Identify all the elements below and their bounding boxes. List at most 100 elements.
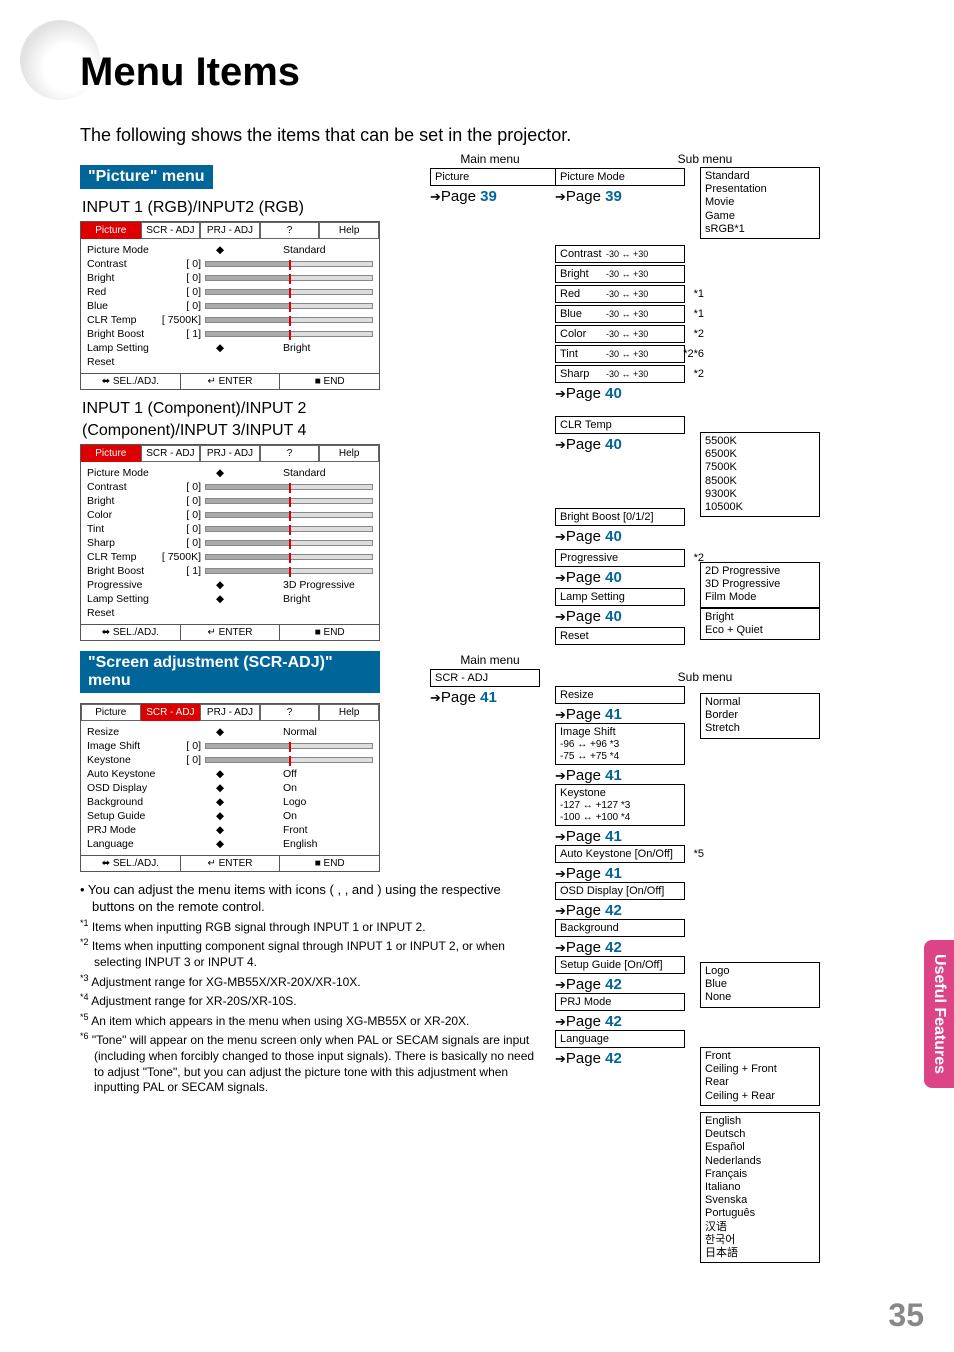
osd-ctrl: ↵ ENTER bbox=[181, 856, 281, 871]
tree-box: PRJ Mode bbox=[555, 993, 685, 1011]
osd-row: Bright Boost[ 1] bbox=[87, 564, 373, 578]
scr-menu-heading: "Screen adjustment (SCR-ADJ)" menu bbox=[80, 651, 380, 693]
input-component-heading-b: (Component)/INPUT 3/INPUT 4 bbox=[82, 422, 410, 440]
sub-menu-header-2: Sub menu bbox=[555, 670, 855, 684]
submenu-box: 2D Progressive3D ProgressiveFilm Mode bbox=[700, 562, 820, 608]
osd-row: Reset◆ bbox=[87, 355, 373, 369]
osd-tab: SCR - ADJ bbox=[141, 704, 201, 721]
tree-adj-box: Contrast-30 ↔ +30 bbox=[555, 245, 685, 263]
osd-ctrl: ⬌ SEL./ADJ. bbox=[81, 856, 181, 871]
page-ref: Page 40 bbox=[555, 385, 855, 402]
main-menu-header: Main menu bbox=[430, 152, 550, 166]
osd-row: Bright Boost[ 1] bbox=[87, 327, 373, 341]
osd-row: Keystone[ 0] bbox=[87, 753, 373, 767]
page-ref-39a: Page 39 bbox=[430, 188, 550, 205]
osd-tab: PRJ - ADJ bbox=[200, 445, 260, 462]
osd-row: PRJ Mode◆Front bbox=[87, 823, 373, 837]
osd-ctrl: ■ END bbox=[280, 374, 379, 389]
main-menu-header-2: Main menu bbox=[430, 653, 550, 667]
osd-row: Sharp[ 0] bbox=[87, 536, 373, 550]
tree-box: CLR Temp bbox=[555, 416, 685, 434]
osd-row: Language◆English bbox=[87, 837, 373, 851]
osd-row: Image Shift[ 0] bbox=[87, 739, 373, 753]
tree-box: OSD Display [On/Off] bbox=[555, 882, 685, 900]
osd-ctrl: ■ END bbox=[280, 625, 379, 640]
page-ref: Page 42 bbox=[555, 1013, 855, 1030]
tree-adj-box: Color-30 ↔ +30 *2 bbox=[555, 325, 685, 343]
osd-ctrl: ↵ ENTER bbox=[181, 625, 281, 640]
osd-tab: ? bbox=[260, 222, 320, 239]
page-ref: Page 41 bbox=[555, 767, 855, 784]
osd-tab: PRJ - ADJ bbox=[200, 222, 260, 239]
osd-row: OSD Display◆On bbox=[87, 781, 373, 795]
osd-tab: Picture bbox=[81, 445, 141, 462]
page-ref: Page 42 bbox=[555, 939, 855, 956]
page-ref: Page 41 bbox=[430, 689, 550, 706]
submenu-box: 5500K6500K7500K8500K9300K10500K bbox=[700, 432, 820, 517]
osd-row: Progressive◆3D Progressive bbox=[87, 578, 373, 592]
osd-row: Setup Guide◆On bbox=[87, 809, 373, 823]
tree-box: Progressive*2 bbox=[555, 549, 685, 567]
tree-box: Keystone-127 ↔ +127 *3-100 ↔ +100 *4 bbox=[555, 784, 685, 826]
submenu-box: EnglishDeutschEspañolNederlandsFrançaisI… bbox=[700, 1112, 820, 1263]
input-component-heading-a: INPUT 1 (Component)/INPUT 2 bbox=[82, 400, 410, 418]
osd-row: Bright[ 0] bbox=[87, 494, 373, 508]
tree-adj-box: Blue-30 ↔ +30 *1 bbox=[555, 305, 685, 323]
osd-row: Blue[ 0] bbox=[87, 299, 373, 313]
osd-row: Resize◆Normal bbox=[87, 725, 373, 739]
page-ref: Page 40 bbox=[555, 528, 855, 545]
osd-tab: Help bbox=[319, 445, 379, 462]
osd-tab: SCR - ADJ bbox=[141, 445, 201, 462]
submenu-box: BrightEco + Quiet bbox=[700, 608, 820, 640]
osd-ctrl: ⬌ SEL./ADJ. bbox=[81, 374, 181, 389]
osd-row: Contrast[ 0] bbox=[87, 257, 373, 271]
osd-row: Tint[ 0] bbox=[87, 522, 373, 536]
osd-tab: Picture bbox=[81, 222, 141, 239]
osd-tab: Help bbox=[319, 704, 379, 721]
page-ref: Page 42 bbox=[555, 902, 855, 919]
notes-list: • You can adjust the menu items with ico… bbox=[80, 882, 540, 1096]
input-rgb-heading: INPUT 1 (RGB)/INPUT2 (RGB) bbox=[82, 199, 410, 217]
osd-row: Background◆Logo bbox=[87, 795, 373, 809]
osd-tab: SCR - ADJ bbox=[141, 222, 201, 239]
page-number: 35 bbox=[888, 1297, 924, 1334]
osd-tab: ? bbox=[260, 704, 320, 721]
tree-box: Image Shift-96 ↔ +96 *3-75 ↔ +75 *4 bbox=[555, 723, 685, 765]
submenu-box: FrontCeiling + FrontRearCeiling + Rear bbox=[700, 1047, 820, 1106]
osd-row: Lamp Setting◆Bright bbox=[87, 341, 373, 355]
tree-box: Lamp Setting bbox=[555, 588, 685, 606]
submenu-box: LogoBlueNone bbox=[700, 962, 820, 1008]
osd-row: Bright[ 0] bbox=[87, 271, 373, 285]
tree-box: SCR - ADJ bbox=[430, 669, 540, 687]
osd-row: Auto Keystone◆Off bbox=[87, 767, 373, 781]
tree-box: Picture Mode bbox=[555, 168, 685, 186]
tree-box: Setup Guide [On/Off] bbox=[555, 956, 685, 974]
tree-box: Reset bbox=[555, 627, 685, 645]
osd-row: CLR Temp[ 7500K] bbox=[87, 313, 373, 327]
submenu-box: NormalBorderStretch bbox=[700, 693, 820, 739]
page-title: Menu Items bbox=[80, 50, 300, 95]
osd-panel-1: PictureSCR - ADJPRJ - ADJ?Help Picture M… bbox=[80, 221, 380, 390]
picture-menu-heading: "Picture" menu bbox=[80, 165, 213, 189]
osd-row: Color[ 0] bbox=[87, 508, 373, 522]
page-ref: Page 41 bbox=[555, 865, 855, 882]
tree-box: Bright Boost [0/1/2] bbox=[555, 508, 685, 526]
osd-tab: ? bbox=[260, 445, 320, 462]
osd-row: Contrast[ 0] bbox=[87, 480, 373, 494]
osd-panel-3: PictureSCR - ADJPRJ - ADJ?Help Resize◆No… bbox=[80, 703, 380, 872]
osd-row: Picture Mode◆Standard bbox=[87, 466, 373, 480]
main-picture-box: Picture bbox=[430, 168, 560, 186]
osd-ctrl: ⬌ SEL./ADJ. bbox=[81, 625, 181, 640]
tree-adj-box: Red-30 ↔ +30 *1 bbox=[555, 285, 685, 303]
submenu-box: StandardPresentationMovieGamesRGB*1 bbox=[700, 167, 820, 239]
osd-row: Reset◆ bbox=[87, 606, 373, 620]
sub-menu-header: Sub menu bbox=[555, 152, 855, 166]
osd-ctrl: ↵ ENTER bbox=[181, 374, 281, 389]
osd-tab: Help bbox=[319, 222, 379, 239]
osd-row: Lamp Setting◆Bright bbox=[87, 592, 373, 606]
osd-row: Red[ 0] bbox=[87, 285, 373, 299]
tree-adj-box: Sharp-30 ↔ +30 *2 bbox=[555, 365, 685, 383]
osd-ctrl: ■ END bbox=[280, 856, 379, 871]
osd-panel-2: PictureSCR - ADJPRJ - ADJ?Help Picture M… bbox=[80, 444, 380, 641]
osd-row: CLR Temp[ 7500K] bbox=[87, 550, 373, 564]
